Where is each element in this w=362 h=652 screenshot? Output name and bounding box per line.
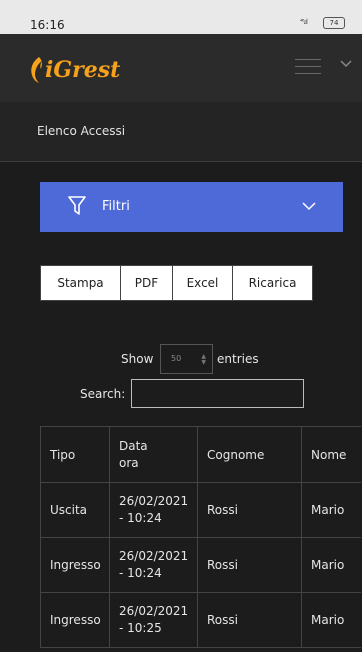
accessi-table: Tipo Data ora Cognome Nome Uscita 26/02/… — [40, 426, 361, 648]
cell-cognome: Rossi — [197, 593, 301, 648]
select-arrows-icon: ▲ ▼ — [201, 353, 206, 366]
status-bar: 16:16 ⁴⁶ₗ.ıl 74 — [0, 0, 362, 34]
filters-label: Filtri — [102, 199, 130, 214]
chevron-down-icon[interactable] — [340, 60, 352, 68]
pdf-button[interactable]: PDF — [120, 265, 173, 301]
page-header: Elenco Accessi — [0, 102, 362, 162]
reload-button[interactable]: Ricarica — [232, 265, 313, 301]
app-logo[interactable]: iGrest — [30, 52, 120, 88]
status-time: 16:16 — [30, 18, 65, 32]
column-header-tipo[interactable]: Tipo — [40, 426, 109, 483]
excel-button[interactable]: Excel — [172, 265, 233, 301]
cell-data-ora-text: 26/02/2021 - 10:24 — [119, 549, 189, 580]
filter-icon — [68, 196, 86, 215]
export-button-group: Stampa PDF Excel Ricarica — [40, 265, 313, 301]
entries-select[interactable]: 50 ▲ ▼ — [160, 344, 213, 374]
table-row[interactable]: Ingresso 26/02/2021 - 10:24 Rossi Mario — [40, 538, 361, 593]
battery-icon: 74 — [323, 17, 345, 29]
cell-tipo: Ingresso — [40, 538, 109, 593]
print-button[interactable]: Stampa — [40, 265, 121, 301]
cell-nome: Mario — [301, 483, 361, 538]
cell-data-ora: 26/02/2021 - 10:24 — [109, 538, 197, 593]
cell-cognome: Rossi — [197, 483, 301, 538]
table-length-control: Show 50 ▲ ▼ entries — [0, 344, 362, 374]
cell-nome: Mario — [301, 538, 361, 593]
cell-data-ora: 26/02/2021 - 10:24 — [109, 483, 197, 538]
search-input[interactable] — [131, 379, 304, 408]
cell-nome: Mario — [301, 593, 361, 648]
column-header-cognome[interactable]: Cognome — [197, 426, 301, 483]
entries-select-value: 50 — [171, 354, 182, 363]
entries-label: entries — [217, 352, 259, 366]
app-header: iGrest — [0, 34, 362, 102]
column-header-nome[interactable]: Nome — [301, 426, 361, 483]
cell-tipo: Ingresso — [40, 593, 109, 648]
table-row[interactable]: Uscita 26/02/2021 - 10:24 Rossi Mario — [40, 483, 361, 538]
page-title: Elenco Accessi — [37, 124, 126, 138]
cell-data-ora-text: 26/02/2021 - 10:25 — [119, 604, 189, 635]
table-header-row: Tipo Data ora Cognome Nome — [40, 426, 361, 483]
show-label: Show — [121, 352, 154, 366]
column-header-data-ora[interactable]: Data ora — [109, 426, 197, 483]
cell-tipo: Uscita — [40, 483, 109, 538]
table-search: Search: — [0, 379, 362, 409]
table-row[interactable]: Ingresso 26/02/2021 - 10:25 Rossi Mario — [40, 593, 361, 648]
filters-toggle[interactable]: Filtri — [40, 182, 343, 232]
chevron-down-icon — [302, 202, 316, 211]
logo-flame-icon — [31, 57, 42, 83]
search-label: Search: — [80, 387, 126, 401]
cell-data-ora: 26/02/2021 - 10:25 — [109, 593, 197, 648]
cell-cognome: Rossi — [197, 538, 301, 593]
signal-icon: ⁴⁶ₗ.ıl — [300, 18, 308, 26]
logo-text: iGrest — [45, 57, 121, 83]
menu-icon[interactable] — [295, 56, 321, 76]
cell-data-ora-text: 26/02/2021 - 10:24 — [119, 494, 189, 525]
column-header-label: Data ora — [119, 438, 148, 470]
